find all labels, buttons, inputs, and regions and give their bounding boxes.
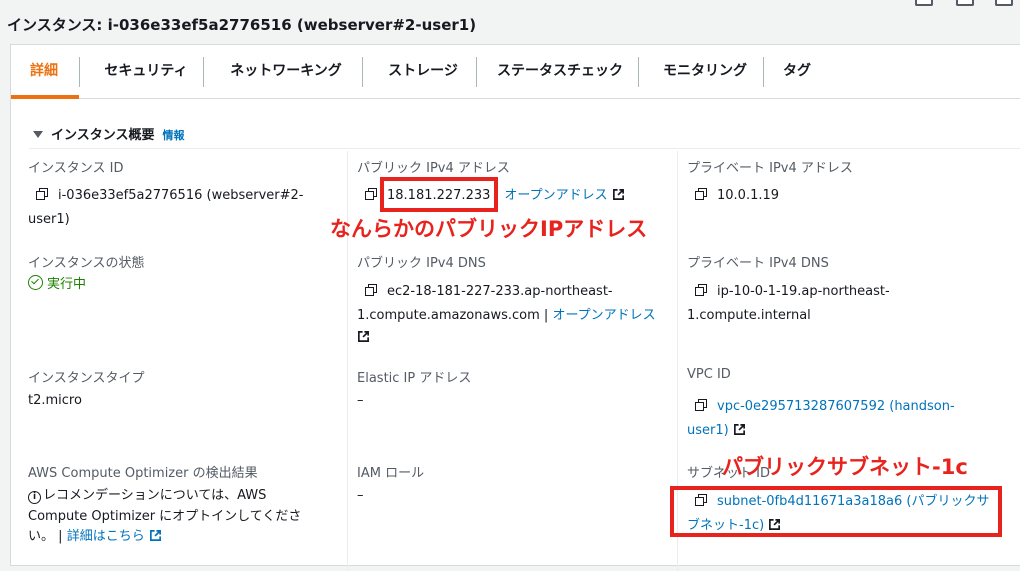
- highlight-box-subnet: [670, 486, 1002, 537]
- public-dns-label: パブリック IPv4 DNS: [357, 256, 486, 271]
- info-icon: i: [28, 491, 41, 504]
- title-bar: インスタンス: i-036e33ef5a2776516 (webserver#2…: [0, 0, 1020, 46]
- tab-tags[interactable]: タグ: [771, 45, 823, 98]
- info-link[interactable]: 情報: [162, 129, 184, 142]
- external-link-icon[interactable]: [357, 330, 370, 343]
- iam-role-label: IAM ロール: [357, 466, 425, 481]
- private-dns-label: プライベート IPv4 DNS: [687, 256, 829, 271]
- caret-down-icon: [33, 131, 43, 138]
- check-circle-icon: [28, 275, 43, 290]
- active-tab-indicator: [11, 95, 79, 99]
- copy-icon[interactable]: [695, 399, 707, 411]
- external-link-icon[interactable]: [733, 423, 746, 436]
- instance-type-value: t2.micro: [28, 393, 82, 408]
- copy-icon[interactable]: [695, 188, 707, 200]
- external-link-icon[interactable]: [149, 529, 162, 542]
- optimizer-line1: i レコメンデーションについては、AWS: [28, 486, 266, 506]
- optimizer-label: AWS Compute Optimizer の検出結果: [28, 466, 258, 481]
- highlight-box-public-ip: [380, 177, 498, 212]
- external-link-icon[interactable]: [612, 188, 625, 201]
- window-button-3[interactable]: [995, 0, 1013, 6]
- copy-icon[interactable]: [365, 284, 377, 296]
- elastic-ip-label: Elastic IP アドレス: [357, 371, 472, 386]
- vpc-id-link[interactable]: vpc-0e295713287607592 (handson-: [717, 399, 955, 414]
- section-header[interactable]: インスタンス概要 情報: [33, 124, 184, 143]
- vpc-id-value: vpc-0e295713287607592 (handson-: [695, 397, 955, 417]
- instance-state-value: 実行中: [28, 275, 86, 295]
- instance-type-label: インスタンスタイプ: [28, 371, 145, 386]
- private-ipv4-label: プライベート IPv4 アドレス: [687, 161, 853, 176]
- tab-bar: 詳細 セキュリティ ネットワーキング ストレージ ステータスチェック モニタリン…: [11, 45, 1020, 99]
- iam-role-value: –: [357, 488, 364, 503]
- tab-networking[interactable]: ネットワーキング: [211, 45, 361, 98]
- section-title: インスタンス概要: [51, 128, 155, 143]
- tab-details[interactable]: 詳細: [11, 45, 77, 98]
- public-dns-value: ec2-18-181-227-233.ap-northeast-: [365, 282, 613, 302]
- window-button-2[interactable]: [956, 0, 974, 6]
- instance-id-label: インスタンス ID: [28, 161, 124, 176]
- vpc-id-label: VPC ID: [687, 367, 731, 382]
- public-dns-open-link[interactable]: オープンアドレス: [552, 308, 655, 323]
- tab-security[interactable]: セキュリティ: [89, 45, 203, 98]
- page-title: インスタンス: i-036e33ef5a2776516 (webserver#2…: [7, 16, 477, 34]
- instance-state-label: インスタンスの状態: [28, 256, 145, 271]
- annotation-public-ip: なんらかのパブリックIPアドレス: [330, 217, 648, 241]
- optimizer-line3: い。 | 詳細はこちら: [28, 527, 162, 547]
- private-dns-value: ip-10-0-1-19.ap-northeast-: [695, 282, 890, 302]
- copy-icon[interactable]: [695, 284, 707, 296]
- public-ipv4-open-link[interactable]: オープンアドレス: [504, 188, 607, 203]
- tab-status-checks[interactable]: ステータスチェック: [483, 45, 637, 98]
- window-button-1[interactable]: [915, 0, 933, 6]
- optimizer-line2: Compute Optimizer にオプトインしてくださ: [28, 509, 302, 524]
- tab-monitoring[interactable]: モニタリング: [647, 45, 763, 98]
- public-ipv4-label: パブリック IPv4 アドレス: [357, 161, 510, 176]
- instance-id-value: i-036e33ef5a2776516 (webserver#2-: [36, 186, 303, 206]
- copy-icon[interactable]: [36, 188, 48, 200]
- private-ipv4-value: 10.0.1.19: [695, 186, 779, 206]
- tab-storage[interactable]: ストレージ: [371, 45, 475, 98]
- annotation-subnet: パブリックサブネット-1c: [722, 455, 968, 479]
- copy-icon[interactable]: [365, 188, 377, 200]
- elastic-ip-value: –: [357, 393, 364, 408]
